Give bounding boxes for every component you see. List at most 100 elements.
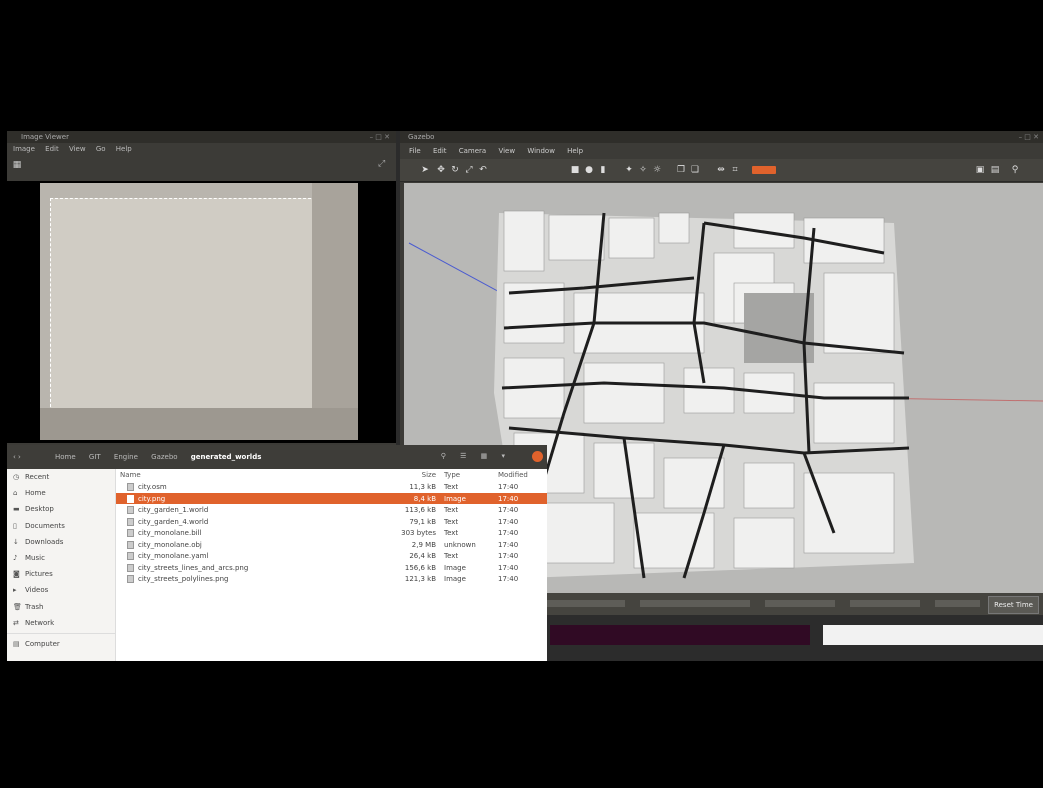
file-modified: 17:40 xyxy=(498,540,519,549)
breadcrumb-gazebo[interactable]: Gazebo xyxy=(151,453,177,461)
cylinder-shape-icon[interactable]: ▮ xyxy=(598,165,608,175)
screenshot-icon[interactable]: ▣ xyxy=(975,165,985,175)
translate-icon[interactable]: ✥ xyxy=(436,165,446,175)
sidebar-item-downloads[interactable]: ↓ Downloads xyxy=(7,534,115,550)
menu-camera[interactable]: Camera xyxy=(459,147,486,155)
gallery-icon[interactable]: ▦ xyxy=(12,160,22,170)
sidebar-item-label: Videos xyxy=(25,586,49,595)
reset-time-button[interactable]: Reset Time xyxy=(988,596,1039,614)
trash-icon: 🗑 xyxy=(13,602,22,611)
sidebar-item-music[interactable]: ♪ Music xyxy=(7,550,115,566)
menu-edit[interactable]: Edit xyxy=(45,145,59,153)
window-controls[interactable]: – □ ✕ xyxy=(370,131,390,143)
sidebar-item-documents[interactable]: ▯ Documents xyxy=(7,518,115,534)
file-row[interactable]: city_monolane.bill 303 bytes Text 17:40 xyxy=(116,527,547,539)
file-type: Text xyxy=(444,517,459,526)
file-row[interactable]: city.osm 11,3 kB Text 17:40 xyxy=(116,481,547,493)
file-size: 113,6 kB xyxy=(404,506,436,514)
window-controls[interactable]: – □ ✕ xyxy=(1019,131,1039,143)
file-name: city_monolane.obj xyxy=(138,540,202,549)
sidebar-divider xyxy=(7,632,115,634)
file-type: unknown xyxy=(444,540,476,549)
menu-help[interactable]: Help xyxy=(567,147,583,155)
menu-image[interactable]: Image xyxy=(13,145,35,153)
breadcrumb-home[interactable]: Home xyxy=(55,453,76,461)
image-viewer-window: Image Viewer – □ ✕ Image Edit View Go He… xyxy=(7,131,396,446)
back-forward-icon[interactable]: ‹ › xyxy=(13,453,21,461)
sidebar-item-home[interactable]: ⌂ Home xyxy=(7,485,115,501)
file-name: city_monolane.yaml xyxy=(138,552,209,560)
close-button[interactable] xyxy=(532,451,543,462)
directional-light-icon[interactable]: ☼ xyxy=(652,165,662,175)
file-name: city_streets_lines_and_arcs.png xyxy=(138,563,249,572)
point-light-icon[interactable]: ✦ xyxy=(624,165,634,175)
box-shape-icon[interactable]: ■ xyxy=(570,165,580,175)
select-arrow-icon[interactable]: ➤ xyxy=(420,165,430,175)
align-icon[interactable]: ⇹ xyxy=(716,165,726,175)
file-type: Text xyxy=(444,506,459,514)
video-icon: ▸ xyxy=(13,586,17,595)
column-header-name[interactable]: Name xyxy=(120,469,141,481)
file-list-header: Name Size Type Modified xyxy=(116,469,547,481)
image-display xyxy=(7,181,396,443)
column-header-modified[interactable]: Modified xyxy=(498,469,528,481)
search-icon[interactable]: ⚲ xyxy=(1010,165,1020,175)
menu-file[interactable]: File xyxy=(409,147,421,155)
file-row[interactable]: city_monolane.yaml 26,4 kB Text 17:40 xyxy=(116,550,547,562)
record-icon[interactable]: ▤ xyxy=(990,165,1000,175)
network-icon: ⇄ xyxy=(13,618,19,627)
menu-go[interactable]: Go xyxy=(96,145,106,153)
menu-edit[interactable]: Edit xyxy=(433,147,447,155)
map-image[interactable] xyxy=(40,183,358,440)
sidebar-item-label: Network xyxy=(25,618,55,627)
file-icon xyxy=(127,506,134,514)
file-row[interactable]: city_garden_1.world 113,6 kB Text 17:40 xyxy=(116,504,547,516)
sidebar-item-videos[interactable]: ▸ Videos xyxy=(7,582,115,598)
spot-light-icon[interactable]: ✧ xyxy=(638,165,648,175)
file-type: Text xyxy=(444,552,459,560)
image-viewer-toolbar: ▦ ⤢ xyxy=(7,155,396,177)
column-header-size[interactable]: Size xyxy=(386,469,436,481)
clock-icon: ◷ xyxy=(13,473,20,481)
sidebar-item-trash[interactable]: 🗑 Trash xyxy=(7,599,115,615)
file-modified: 17:40 xyxy=(498,575,519,583)
sidebar-item-recent[interactable]: ◷ Recent xyxy=(7,469,115,485)
file-row[interactable]: city_garden_4.world 79,1 kB Text 17:40 xyxy=(116,516,547,528)
file-row[interactable]: city_monolane.obj 2,9 MB unknown 17:40 xyxy=(116,539,547,551)
breadcrumb-current[interactable]: generated_worlds xyxy=(191,453,262,461)
file-name: city_garden_4.world xyxy=(138,517,209,526)
sidebar-item-label: Music xyxy=(25,553,45,562)
file-row[interactable]: city_streets_polylines.png 121,3 kB Image 1… xyxy=(116,573,547,585)
file-name: city.png xyxy=(138,494,166,503)
file-list: Name Size Type Modified city.osm 11,3 kB T… xyxy=(116,469,547,661)
sidebar-item-pictures[interactable]: ◙ Pictures xyxy=(7,566,115,582)
undo-icon[interactable]: ↶ xyxy=(478,165,488,175)
sidebar-item-computer[interactable]: ▤ Computer xyxy=(7,636,115,652)
sidebar-item-network[interactable]: ⇄ Network xyxy=(7,615,115,631)
scale-icon[interactable]: ⤢ xyxy=(464,165,474,175)
copy-icon[interactable]: ❐ xyxy=(676,165,686,175)
rotate-icon[interactable]: ↻ xyxy=(450,165,460,175)
status-field xyxy=(640,600,750,607)
sidebar-item-desktop[interactable]: ▬ Desktop xyxy=(7,501,115,517)
view-toolbar[interactable]: ⚲ ☰ ▦ ▾ xyxy=(441,452,511,460)
file-row[interactable]: city_streets_lines_and_arcs.png 156,6 kB I… xyxy=(116,562,547,574)
breadcrumb-git[interactable]: GIT xyxy=(89,453,101,461)
snap-icon[interactable]: ⌗ xyxy=(730,165,740,175)
terminal-window[interactable] xyxy=(550,625,810,645)
change-view-button[interactable] xyxy=(752,166,776,174)
menu-window[interactable]: Window xyxy=(527,147,555,155)
file-icon xyxy=(127,540,134,549)
file-row-selected[interactable]: city.png 8,4 kB Image 17:40 xyxy=(116,492,547,504)
menu-view[interactable]: View xyxy=(498,147,515,155)
sphere-shape-icon[interactable]: ● xyxy=(584,165,594,175)
menu-view[interactable]: View xyxy=(69,145,86,153)
menu-help[interactable]: Help xyxy=(116,145,132,153)
column-header-type[interactable]: Type xyxy=(444,469,460,481)
status-field xyxy=(935,600,980,607)
background-window[interactable] xyxy=(823,625,1043,645)
paste-icon[interactable]: ❏ xyxy=(690,165,700,175)
breadcrumb-engine[interactable]: Engine xyxy=(114,453,138,461)
expand-icon[interactable]: ⤢ xyxy=(378,159,388,169)
file-size: 303 bytes xyxy=(401,529,436,537)
